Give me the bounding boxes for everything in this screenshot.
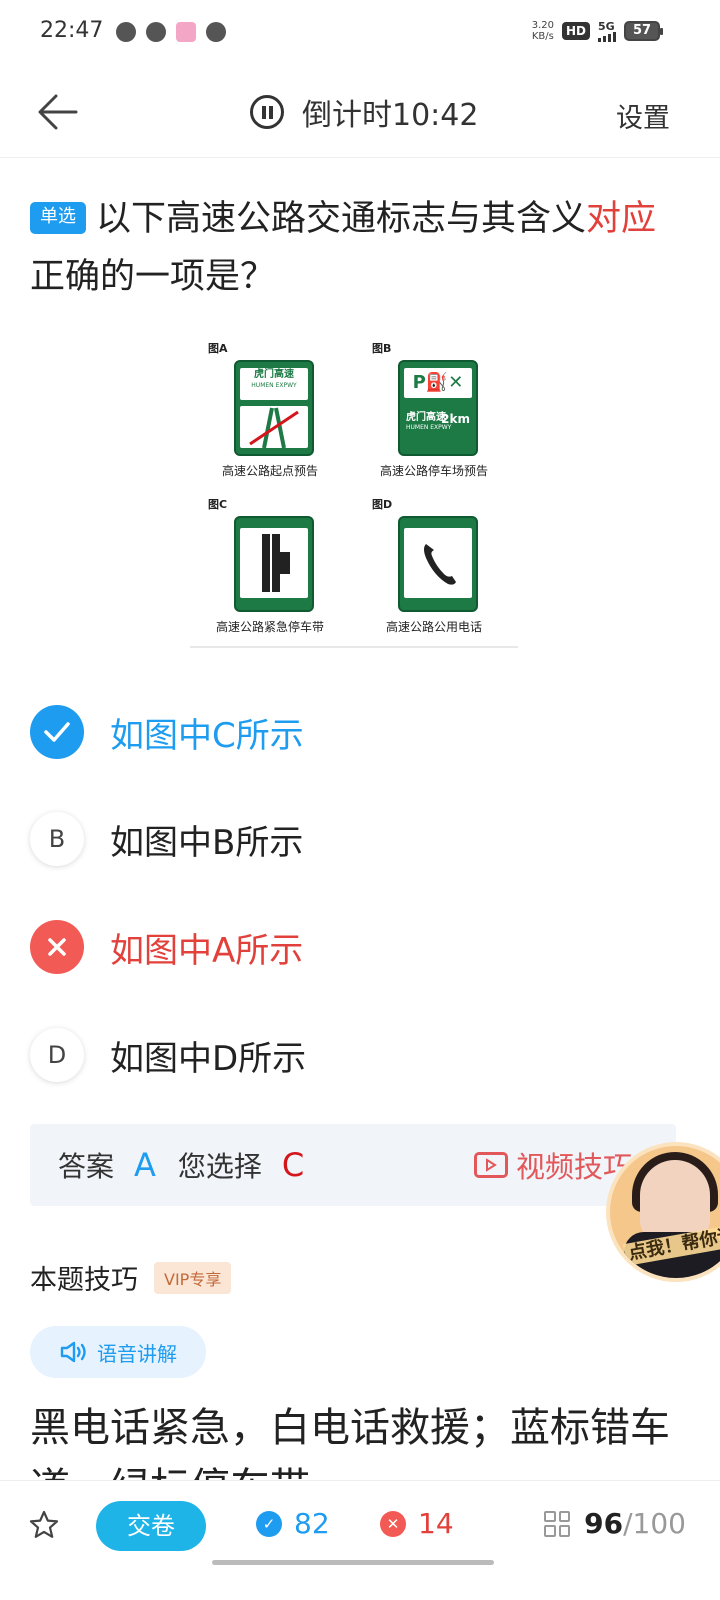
alarm-app-icon — [176, 22, 196, 42]
vip-badge: VIP专享 — [154, 1261, 232, 1294]
back-arrow-icon[interactable] — [36, 92, 80, 132]
battery-icon: 57 — [624, 21, 663, 41]
option-b[interactable]: B 如图中B所示 — [30, 804, 690, 874]
option-c-selected[interactable]: 如图中C所示 — [30, 697, 690, 767]
option-text: 如图中B所示 — [110, 822, 304, 863]
nav-bar: 倒计时10:42 设置 — [0, 66, 720, 158]
public-phone-sign — [398, 516, 478, 612]
wrong-count[interactable]: ✕ 14 — [380, 1507, 454, 1540]
chosen-answer: C — [281, 1146, 305, 1184]
option-marker-b: B — [30, 812, 84, 866]
chosen-label: 您选择 — [177, 1150, 262, 1183]
emergency-lane-sign — [234, 516, 314, 612]
cross-icon — [30, 920, 84, 974]
video-tip-button[interactable]: 视频技巧 — [474, 1144, 632, 1186]
question-progress[interactable]: 96/100 — [544, 1507, 686, 1540]
countdown-timer[interactable]: 倒计时10:42 — [250, 90, 478, 134]
wechat-icon — [116, 22, 136, 42]
answer-box: 答案 A 您选择 C 视频技巧 — [30, 1124, 676, 1206]
pause-icon[interactable] — [250, 95, 284, 129]
option-d[interactable]: D 如图中D所示 — [30, 1020, 690, 1090]
figure-cell-c: 图C 高速公路紧急停车带 — [208, 498, 324, 634]
settings-button[interactable]: 设置 — [616, 96, 670, 135]
pinwheel-icon — [146, 22, 166, 42]
video-icon — [474, 1152, 508, 1178]
bottom-bar: 交卷 ✓ 82 ✕ 14 96/100 — [0, 1480, 720, 1600]
correct-count[interactable]: ✓ 82 — [256, 1507, 330, 1540]
figure-cell-b: 图B P⛽✕ 虎门高速 HUMEN EXPWY 2km 高速公路停车场预告 — [372, 342, 488, 478]
tips-section-title: 本题技巧 VIP专享 — [30, 1258, 232, 1297]
timer-text: 倒计时10:42 — [302, 98, 479, 133]
answer-label: 答案 — [58, 1150, 115, 1183]
question-figure: 图A 虎门高速 HUMEN EXPWY 高速公路起点预告 图B P⛽✕ 虎门高速… — [190, 334, 518, 648]
notification-icons — [116, 22, 226, 42]
submit-exam-button[interactable]: 交卷 — [96, 1501, 206, 1551]
question-type-badge: 单选 — [30, 202, 86, 234]
home-indicator[interactable] — [212, 1560, 494, 1565]
option-a-wrong[interactable]: 如图中A所示 — [30, 912, 690, 982]
question-highlight: 对应 — [586, 199, 657, 239]
correct-answer: A — [134, 1146, 156, 1184]
speaker-icon — [60, 1341, 86, 1363]
option-marker-d: D — [30, 1028, 84, 1082]
expressway-start-sign: 虎门高速 HUMEN EXPWY — [234, 360, 314, 456]
figure-cell-d: 图D 高速公路公用电话 — [372, 498, 482, 634]
parking-area-sign: P⛽✕ 虎门高速 HUMEN EXPWY 2km — [398, 360, 478, 456]
signal-icon: 5G — [598, 21, 616, 42]
grid-icon — [544, 1510, 571, 1537]
status-bar: 22:47 3.20 KB/s HD 5G 57 — [0, 0, 720, 66]
option-text: 如图中D所示 — [110, 1038, 307, 1079]
net-speed: 3.20 KB/s — [531, 20, 554, 42]
cross-circle-icon: ✕ — [380, 1510, 406, 1537]
check-icon — [30, 705, 84, 759]
option-text: 如图中C所示 — [110, 715, 304, 756]
cat-app-icon — [206, 22, 226, 42]
status-time: 22:47 — [40, 18, 104, 43]
status-indicators: 3.20 KB/s HD 5G 57 — [531, 20, 663, 42]
check-circle-icon: ✓ — [256, 1510, 282, 1537]
question-text: 单选 以下高速公路交通标志与其含义对应正确的一项是？ — [30, 199, 657, 297]
voice-explanation-button[interactable]: 语音讲解 — [30, 1326, 206, 1378]
option-text: 如图中A所示 — [110, 930, 304, 971]
hd-badge: HD — [561, 22, 590, 40]
favorite-star-icon[interactable] — [28, 1509, 60, 1541]
figure-cell-a: 图A 虎门高速 HUMEN EXPWY 高速公路起点预告 — [208, 342, 318, 478]
tip-text: 黑电话紧急，白电话救援；蓝标错车道，绿标停车带 — [30, 1405, 670, 1482]
